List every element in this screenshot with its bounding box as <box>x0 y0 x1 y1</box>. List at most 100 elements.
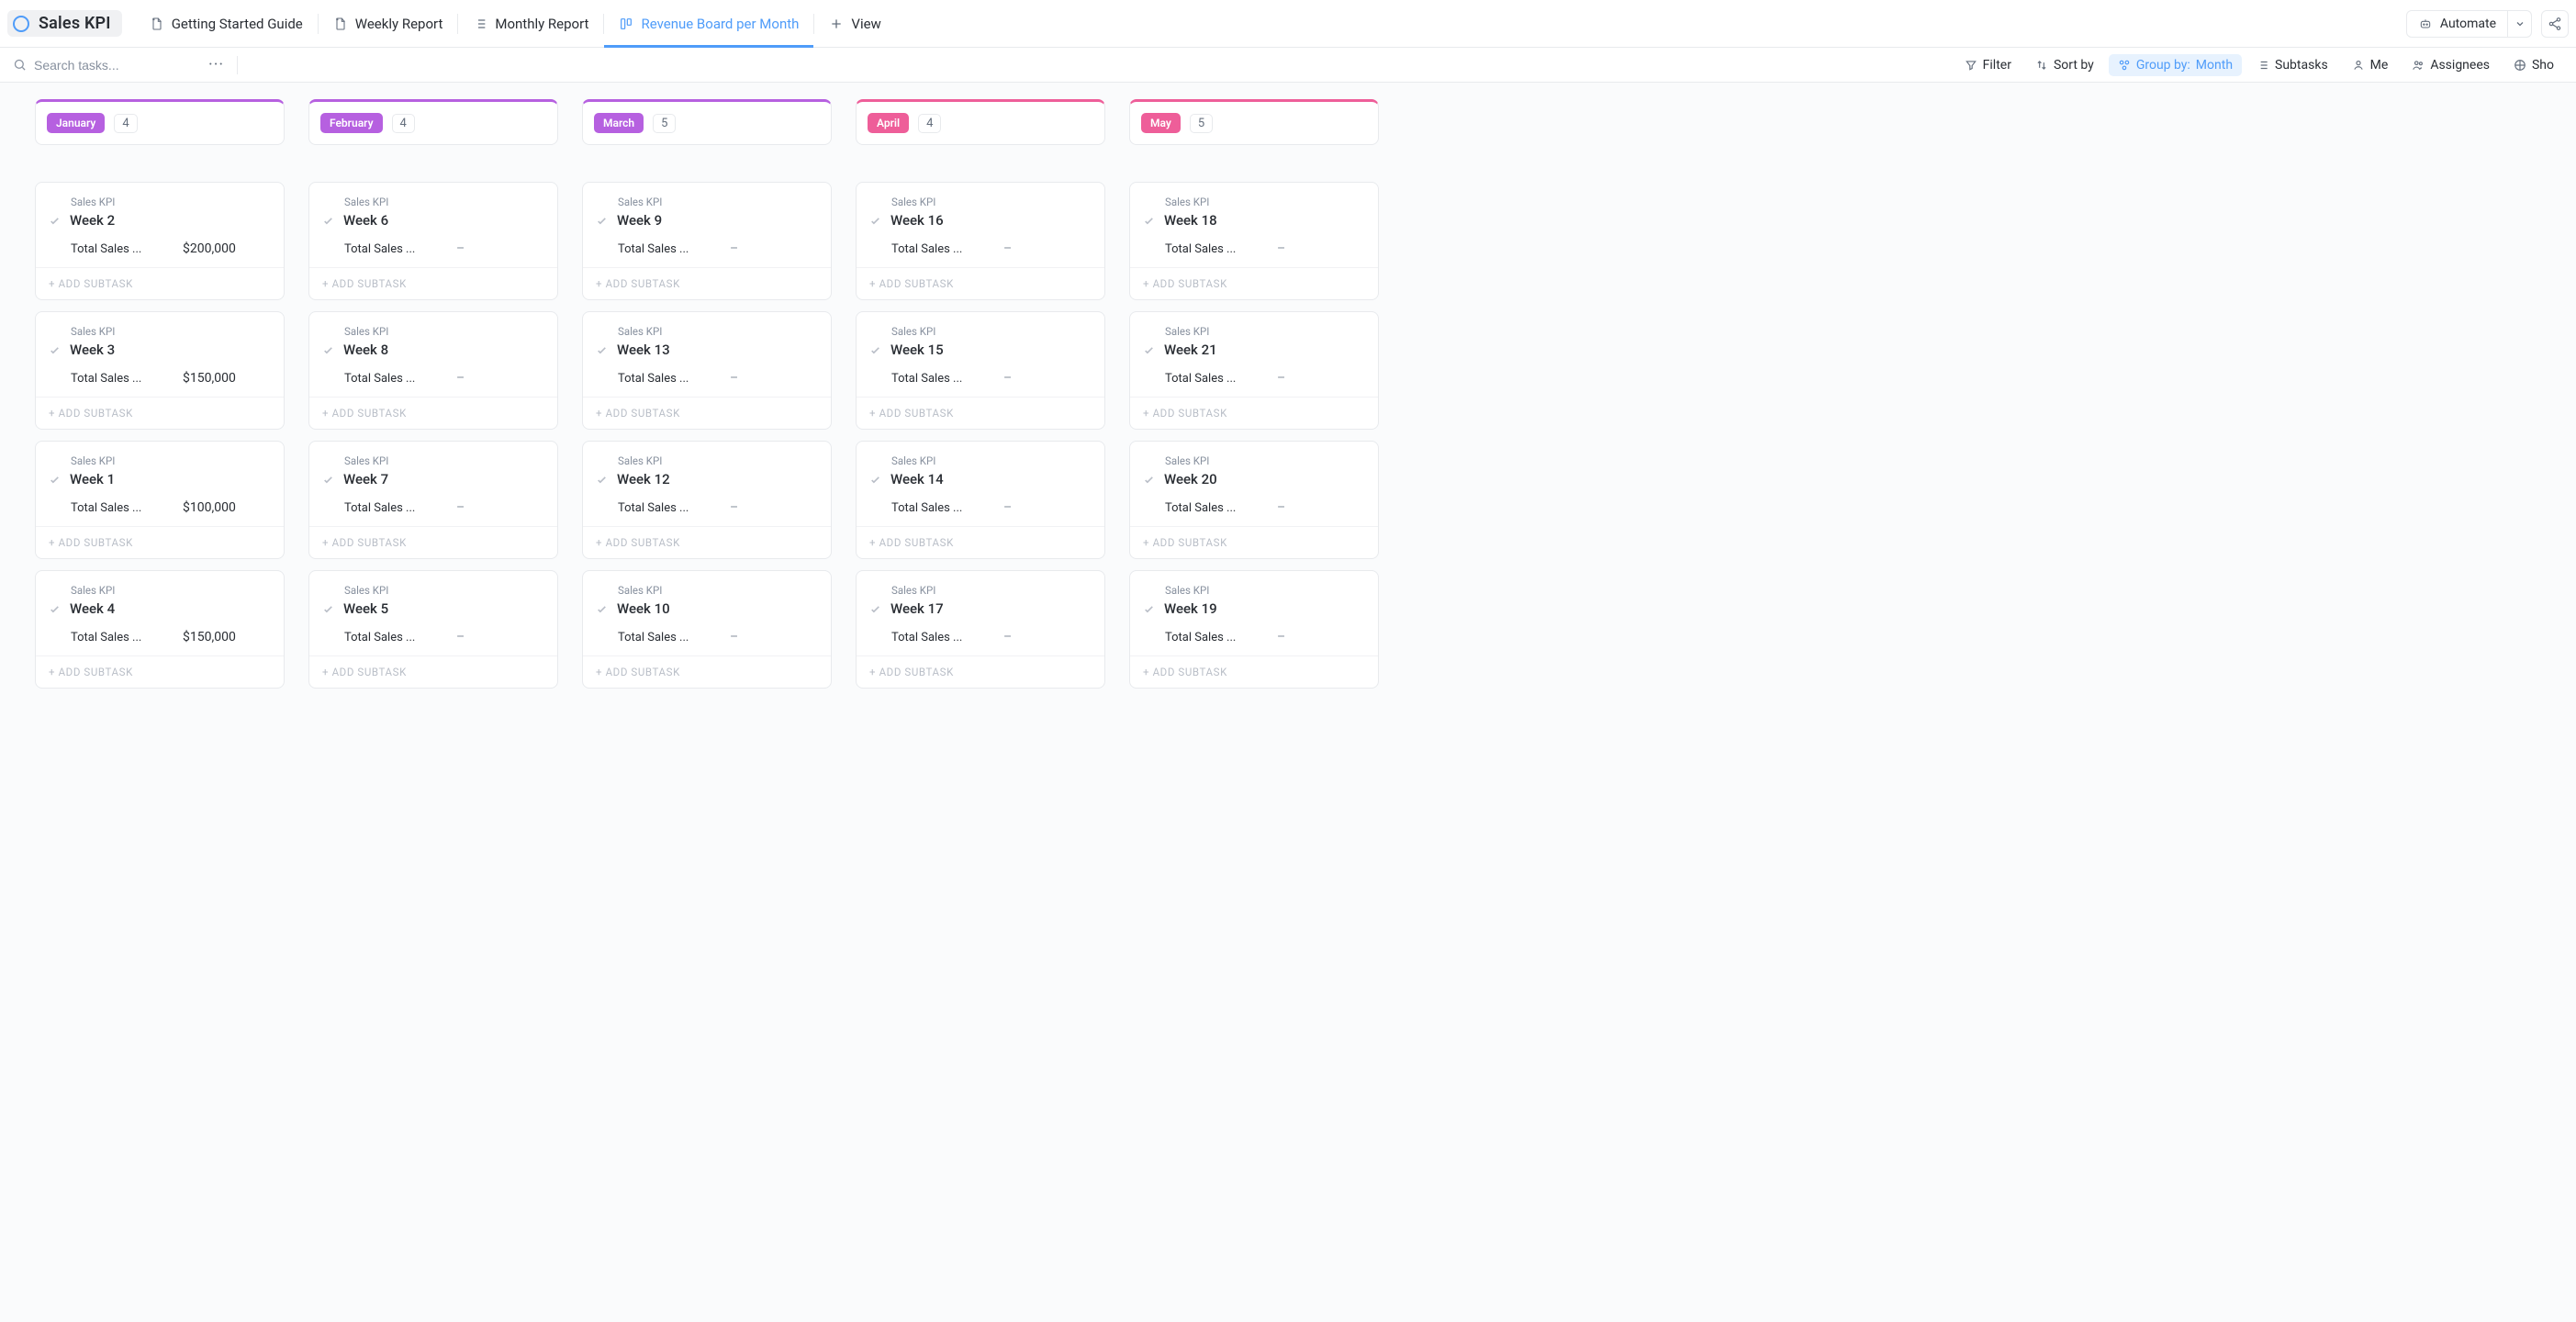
task-card[interactable]: Sales KPIWeek 12Total Sales ...–+ ADD SU… <box>582 441 832 559</box>
add-subtask-button[interactable]: + ADD SUBTASK <box>857 655 1104 688</box>
field-name: Total Sales ... <box>344 501 429 515</box>
field-value[interactable]: – <box>730 241 738 256</box>
add-subtask-button[interactable]: + ADD SUBTASK <box>309 397 557 429</box>
tab-weekly-report[interactable]: Weekly Report <box>319 0 458 47</box>
automate-caret-button[interactable] <box>2507 11 2531 37</box>
add-subtask-button[interactable]: + ADD SUBTASK <box>1130 267 1378 299</box>
add-subtask-button[interactable]: + ADD SUBTASK <box>583 397 831 429</box>
add-subtask-button[interactable]: + ADD SUBTASK <box>309 267 557 299</box>
field-value[interactable]: – <box>1277 371 1285 386</box>
show-button[interactable]: Sho <box>2504 54 2563 76</box>
subtasks-button[interactable]: Subtasks <box>2247 54 2337 76</box>
task-card[interactable]: Sales KPIWeek 4Total Sales ...$150,000+ … <box>35 570 285 689</box>
me-button[interactable]: Me <box>2343 54 2398 76</box>
check-icon <box>869 474 881 486</box>
add-subtask-button[interactable]: + ADD SUBTASK <box>583 267 831 299</box>
field-value[interactable]: – <box>1277 241 1285 256</box>
project-label: Sales KPI <box>618 584 818 597</box>
field-value[interactable]: – <box>1277 630 1285 644</box>
add-subtask-button[interactable]: + ADD SUBTASK <box>857 526 1104 558</box>
subtasks-icon <box>2257 59 2269 72</box>
groupby-button[interactable]: Group by: Month <box>2109 54 2242 76</box>
task-card[interactable]: Sales KPIWeek 7Total Sales ...–+ ADD SUB… <box>308 441 558 559</box>
field-value[interactable]: – <box>730 500 738 515</box>
add-subtask-button[interactable]: + ADD SUBTASK <box>36 655 284 688</box>
task-card[interactable]: Sales KPIWeek 10Total Sales ...–+ ADD SU… <box>582 570 832 689</box>
field-value[interactable]: $100,000 <box>183 500 236 515</box>
share-button[interactable] <box>2541 10 2569 38</box>
column-header[interactable]: April4 <box>856 99 1105 145</box>
tab-getting-started-guide[interactable]: Getting Started Guide <box>135 0 318 47</box>
field-value[interactable]: $200,000 <box>183 241 236 256</box>
task-card[interactable]: Sales KPIWeek 21Total Sales ...–+ ADD SU… <box>1129 311 1379 430</box>
list-header[interactable]: Sales KPI <box>7 10 122 37</box>
assignees-button[interactable]: Assignees <box>2402 54 2499 76</box>
column-header[interactable]: March5 <box>582 99 832 145</box>
task-card[interactable]: Sales KPIWeek 9Total Sales ...–+ ADD SUB… <box>582 182 832 300</box>
task-card[interactable]: Sales KPIWeek 6Total Sales ...–+ ADD SUB… <box>308 182 558 300</box>
field-name: Total Sales ... <box>891 372 976 386</box>
check-icon <box>49 474 61 486</box>
automate-label: Automate <box>2440 17 2496 31</box>
field-value[interactable]: – <box>456 630 465 644</box>
sortby-button[interactable]: Sort by <box>2026 54 2103 76</box>
task-title: Week 17 <box>890 600 944 617</box>
column-header[interactable]: February4 <box>308 99 558 145</box>
check-icon <box>596 474 608 486</box>
task-card[interactable]: Sales KPIWeek 17Total Sales ...–+ ADD SU… <box>856 570 1105 689</box>
field-value[interactable]: – <box>1277 500 1285 515</box>
add-subtask-button[interactable]: + ADD SUBTASK <box>857 397 1104 429</box>
add-subtask-button[interactable]: + ADD SUBTASK <box>36 267 284 299</box>
column-header[interactable]: January4 <box>35 99 285 145</box>
board-icon <box>619 17 633 31</box>
add-subtask-button[interactable]: + ADD SUBTASK <box>36 526 284 558</box>
field-value[interactable]: $150,000 <box>183 630 236 644</box>
column-name-badge: May <box>1141 113 1181 133</box>
filter-button[interactable]: Filter <box>1955 54 2021 76</box>
add-subtask-button[interactable]: + ADD SUBTASK <box>36 397 284 429</box>
field-value[interactable]: – <box>730 630 738 644</box>
field-value[interactable]: – <box>1003 241 1012 256</box>
check-icon <box>596 215 608 227</box>
task-card[interactable]: Sales KPIWeek 18Total Sales ...–+ ADD SU… <box>1129 182 1379 300</box>
field-value[interactable]: – <box>730 371 738 386</box>
add-view-button[interactable]: View <box>814 0 895 47</box>
add-subtask-button[interactable]: + ADD SUBTASK <box>583 655 831 688</box>
field-value[interactable]: – <box>456 500 465 515</box>
field-value[interactable]: – <box>1003 630 1012 644</box>
check-icon <box>322 344 334 356</box>
add-subtask-button[interactable]: + ADD SUBTASK <box>309 526 557 558</box>
task-card[interactable]: Sales KPIWeek 14Total Sales ...–+ ADD SU… <box>856 441 1105 559</box>
task-card[interactable]: Sales KPIWeek 2Total Sales ...$200,000+ … <box>35 182 285 300</box>
task-card[interactable]: Sales KPIWeek 1Total Sales ...$100,000+ … <box>35 441 285 559</box>
field-value[interactable]: – <box>456 241 465 256</box>
field-value[interactable]: – <box>1003 371 1012 386</box>
project-label: Sales KPI <box>1165 325 1365 338</box>
task-card[interactable]: Sales KPIWeek 3Total Sales ...$150,000+ … <box>35 311 285 430</box>
automate-button[interactable]: Automate <box>2407 17 2507 31</box>
add-subtask-button[interactable]: + ADD SUBTASK <box>1130 655 1378 688</box>
search-input[interactable] <box>34 58 190 73</box>
tab-revenue-board-per-month[interactable]: Revenue Board per Month <box>604 0 813 47</box>
more-button[interactable]: ··· <box>208 55 224 74</box>
board-area[interactable]: January4 Sales KPIWeek 2Total Sales ...$2… <box>0 83 2576 1322</box>
add-subtask-button[interactable]: + ADD SUBTASK <box>309 655 557 688</box>
task-card[interactable]: Sales KPIWeek 15Total Sales ...–+ ADD SU… <box>856 311 1105 430</box>
task-card[interactable]: Sales KPIWeek 13Total Sales ...–+ ADD SU… <box>582 311 832 430</box>
task-card[interactable]: Sales KPIWeek 16Total Sales ...–+ ADD SU… <box>856 182 1105 300</box>
column-header[interactable]: May5 <box>1129 99 1379 145</box>
task-card[interactable]: Sales KPIWeek 19Total Sales ...–+ ADD SU… <box>1129 570 1379 689</box>
tab-monthly-report[interactable]: Monthly Report <box>458 0 603 47</box>
field-value[interactable]: $150,000 <box>183 371 236 386</box>
add-subtask-button[interactable]: + ADD SUBTASK <box>857 267 1104 299</box>
field-value[interactable]: – <box>1003 500 1012 515</box>
task-card[interactable]: Sales KPIWeek 20Total Sales ...–+ ADD SU… <box>1129 441 1379 559</box>
add-subtask-button[interactable]: + ADD SUBTASK <box>1130 397 1378 429</box>
check-icon <box>322 215 334 227</box>
add-subtask-button[interactable]: + ADD SUBTASK <box>583 526 831 558</box>
add-subtask-button[interactable]: + ADD SUBTASK <box>1130 526 1378 558</box>
field-name: Total Sales ... <box>618 631 702 644</box>
task-card[interactable]: Sales KPIWeek 5Total Sales ...–+ ADD SUB… <box>308 570 558 689</box>
field-value[interactable]: – <box>456 371 465 386</box>
task-card[interactable]: Sales KPIWeek 8Total Sales ...–+ ADD SUB… <box>308 311 558 430</box>
